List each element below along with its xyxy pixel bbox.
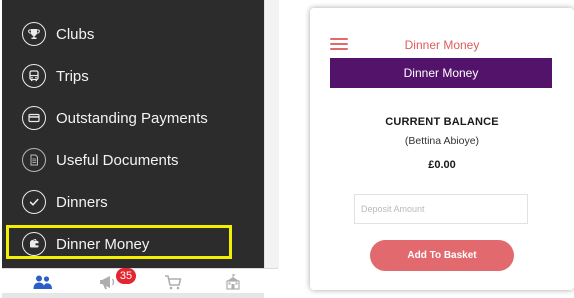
notification-badge: 35 — [116, 268, 136, 284]
current-balance-label: CURRENT BALANCE — [385, 116, 499, 128]
menu-item-label: Dinners — [56, 193, 108, 211]
menu-item-useful-documents[interactable]: Useful Documents — [2, 140, 264, 180]
menu-item-dinners[interactable]: Dinners — [2, 182, 264, 222]
menu-item-outstanding-payments[interactable]: Outstanding Payments — [2, 98, 264, 138]
menu-item-label: Trips — [56, 67, 89, 85]
menu-item-trips[interactable]: Trips — [2, 56, 264, 96]
page-title-banner: Dinner Money — [330, 58, 552, 88]
content-edge — [264, 0, 279, 268]
side-menu-screenshot: Clubs Trips Outstanding Payments Useful … — [2, 0, 279, 298]
header-title: Dinner Money — [404, 38, 480, 52]
menu-item-label: Clubs — [56, 25, 95, 43]
check-icon — [22, 190, 46, 214]
side-menu: Clubs Trips Outstanding Payments Useful … — [2, 0, 264, 268]
cropped-label-strip — [2, 293, 264, 298]
app-header: Dinner Money — [310, 30, 574, 56]
screenshot-root: Clubs Trips Outstanding Payments Useful … — [0, 0, 574, 298]
menu-item-label: Outstanding Payments — [56, 109, 208, 127]
menu-item-clubs[interactable]: Clubs — [2, 14, 264, 54]
menu-item-label: Useful Documents — [56, 151, 179, 169]
highlight-box — [6, 225, 232, 259]
document-icon — [22, 148, 46, 172]
tab-users[interactable] — [30, 275, 56, 293]
tab-school[interactable] — [220, 273, 246, 293]
trophy-icon — [22, 22, 46, 46]
account-name: (Bettina Abioye) — [404, 135, 480, 147]
bus-icon — [22, 64, 46, 88]
add-to-basket-button[interactable]: Add To Basket — [370, 240, 514, 271]
balance-amount: £0.00 — [428, 159, 456, 171]
users-icon — [32, 274, 54, 295]
cart-icon — [164, 274, 182, 295]
dinner-money-screen: Dinner Money Dinner Money CURRENT BALANC… — [310, 8, 574, 290]
deposit-amount-input[interactable] — [354, 194, 528, 224]
tab-cart[interactable] — [160, 274, 186, 295]
card-icon — [22, 106, 46, 130]
